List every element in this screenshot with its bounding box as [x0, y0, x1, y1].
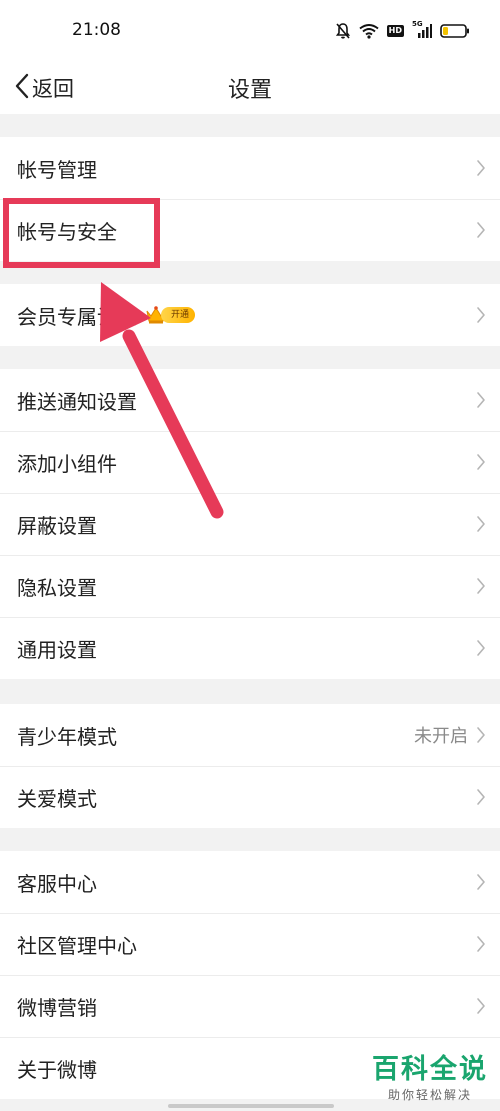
watermark-title: 百科全说: [372, 1054, 488, 1085]
hd-icon: HD: [386, 25, 404, 37]
settings-item-add-widget[interactable]: 添加小组件: [0, 431, 500, 493]
status-time: 21:08: [72, 20, 121, 40]
settings-item-general-settings[interactable]: 通用设置: [0, 617, 500, 679]
vip-open-badge[interactable]: 开通: [145, 305, 196, 325]
settings-section-vip: 会员专属设置 开通: [0, 284, 500, 346]
settings-item-teen-mode[interactable]: 青少年模式 未开启: [0, 704, 500, 766]
settings-item-label: 推送通知设置: [17, 389, 137, 414]
nav-bar: 返回 设置: [0, 62, 500, 114]
teen-mode-status: 未开启: [414, 726, 468, 747]
settings-item-account-management[interactable]: 帐号管理: [0, 137, 500, 199]
settings-item-label: 帐号管理: [17, 157, 97, 182]
settings-item-customer-service[interactable]: 客服中心: [0, 851, 500, 913]
settings-item-label: 客服中心: [17, 871, 97, 896]
settings-item-label: 会员专属设置: [17, 304, 137, 329]
settings-item-label: 添加小组件: [17, 451, 117, 476]
settings-item-privacy-settings[interactable]: 隐私设置: [0, 555, 500, 617]
page-title: 设置: [227, 78, 272, 103]
settings-item-label: 青少年模式: [17, 724, 117, 749]
settings-item-push-notifications[interactable]: 推送通知设置: [0, 369, 500, 431]
home-indicator[interactable]: [168, 1104, 334, 1108]
watermark: 百科全说 助你轻松解决: [372, 1054, 488, 1103]
chevron-right-icon: [477, 640, 485, 656]
settings-item-label: 屏蔽设置: [17, 513, 97, 538]
vip-badge-label: 开通: [161, 307, 196, 323]
status-icons: HD 5G: [335, 20, 470, 42]
chevron-right-icon: [477, 874, 485, 890]
mute-bell-icon: [335, 22, 351, 40]
settings-section-account: 帐号管理 帐号与安全: [0, 137, 500, 261]
chevron-right-icon: [477, 516, 485, 532]
wifi-icon: [359, 23, 379, 39]
settings-item-block-settings[interactable]: 屏蔽设置: [0, 493, 500, 555]
watermark-subtitle: 助你轻松解决: [387, 1088, 472, 1102]
chevron-right-icon: [477, 454, 485, 470]
settings-item-weibo-marketing[interactable]: 微博营销: [0, 975, 500, 1037]
settings-item-vip-settings[interactable]: 会员专属设置 开通: [0, 284, 500, 346]
status-bar: 21:08 HD 5G: [0, 0, 500, 62]
settings-item-community-management[interactable]: 社区管理中心: [0, 913, 500, 975]
chevron-right-icon: [477, 160, 485, 176]
chevron-right-icon: [477, 936, 485, 952]
chevron-right-icon: [477, 789, 485, 805]
settings-item-label: 关爱模式: [17, 786, 97, 811]
signal-5g-icon: 5G: [412, 20, 432, 39]
chevron-right-icon: [477, 727, 485, 743]
chevron-right-icon: [477, 307, 485, 323]
settings-item-care-mode[interactable]: 关爱模式: [0, 766, 500, 828]
chevron-right-icon: [477, 578, 485, 594]
settings-item-account-security[interactable]: 帐号与安全: [0, 199, 500, 261]
chevron-right-icon: [477, 998, 485, 1014]
network-type-label: 5G: [412, 20, 423, 28]
chevron-right-icon: [477, 392, 485, 408]
settings-item-label: 帐号与安全: [17, 219, 117, 244]
settings-item-label: 微博营销: [17, 995, 97, 1020]
settings-item-label: 社区管理中心: [17, 933, 137, 958]
settings-item-label: 通用设置: [17, 637, 97, 662]
battery-icon: [440, 23, 470, 39]
chevron-right-icon: [477, 222, 485, 238]
settings-section-modes: 青少年模式 未开启 关爱模式: [0, 704, 500, 828]
settings-section-general: 推送通知设置 添加小组件 屏蔽设置 隐私设置 通用设置: [0, 369, 500, 679]
settings-item-label: 隐私设置: [17, 575, 97, 600]
settings-item-label: 关于微博: [17, 1057, 97, 1082]
